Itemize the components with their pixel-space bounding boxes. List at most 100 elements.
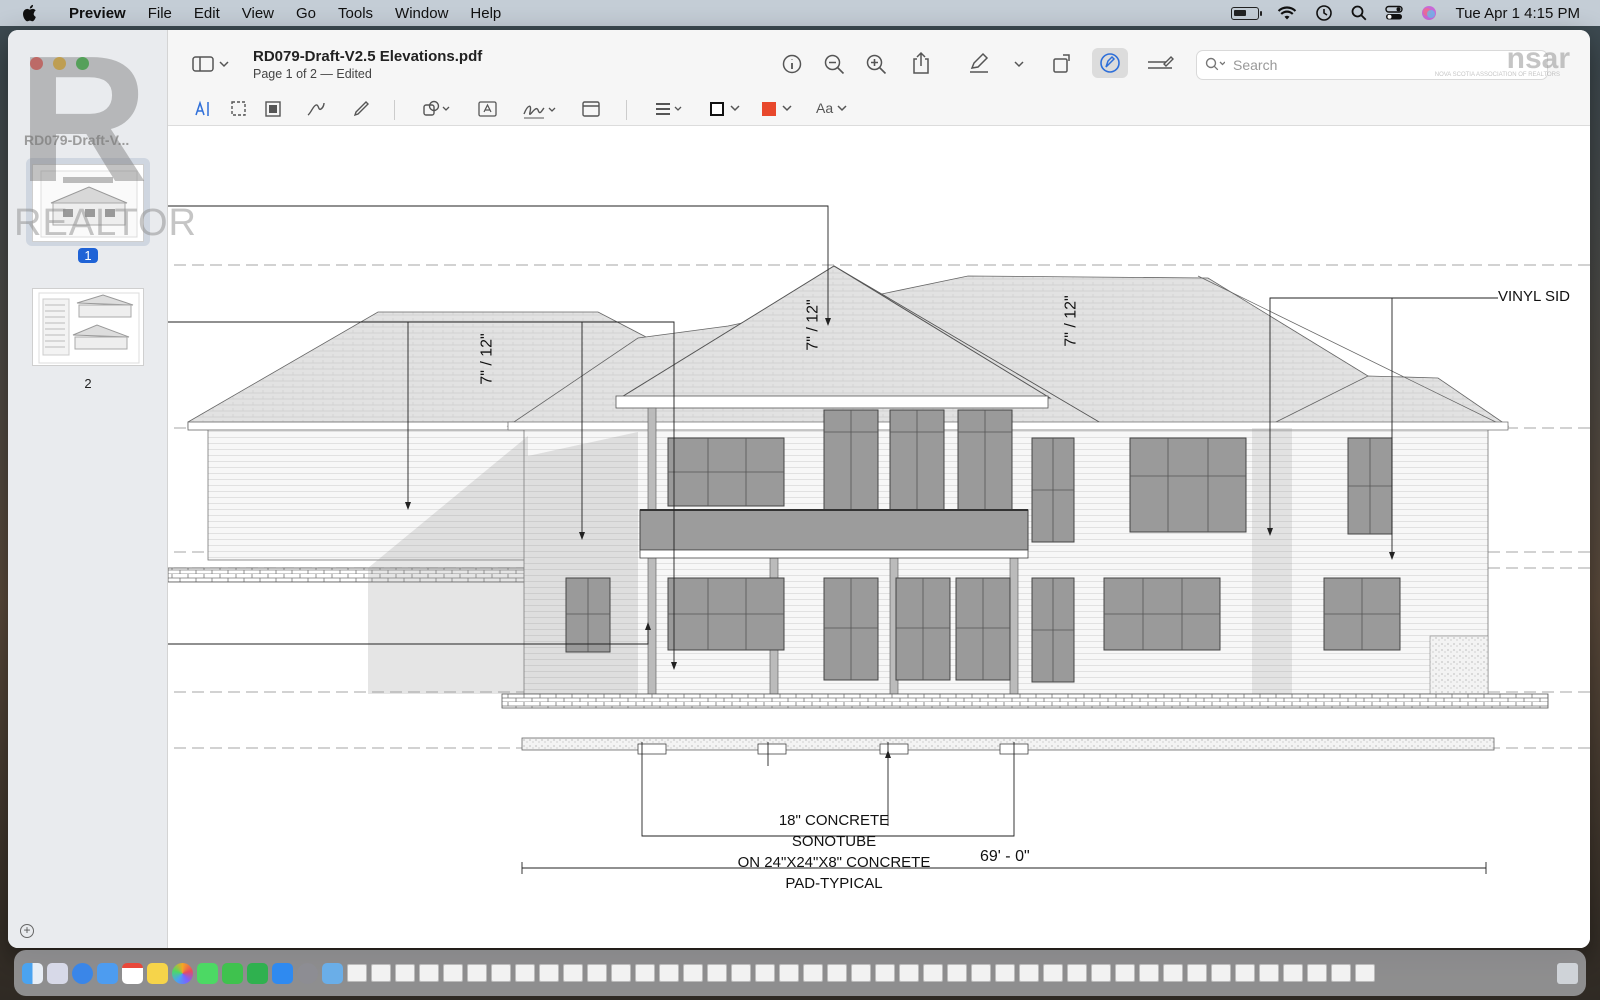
photos-icon[interactable] xyxy=(172,962,193,984)
launchpad-icon[interactable] xyxy=(47,962,68,984)
menu-tools[interactable]: Tools xyxy=(327,5,384,22)
markup-toolbar-button[interactable] xyxy=(1092,48,1128,78)
document-icon[interactable] xyxy=(1259,964,1279,982)
document-icon[interactable] xyxy=(1163,964,1183,982)
control-center-icon[interactable] xyxy=(1385,5,1404,21)
document-icon[interactable] xyxy=(1043,964,1063,982)
document-icon[interactable] xyxy=(1091,964,1111,982)
app-store-icon[interactable] xyxy=(272,962,293,984)
document-icon[interactable] xyxy=(947,964,967,982)
notes-icon[interactable] xyxy=(147,962,168,984)
add-page-button[interactable]: + xyxy=(20,924,34,938)
spotlight-search-icon[interactable] xyxy=(1351,5,1367,21)
time-machine-icon[interactable] xyxy=(1315,4,1333,22)
document-icon[interactable] xyxy=(587,964,607,982)
menu-help[interactable]: Help xyxy=(459,5,512,22)
numbers-icon[interactable] xyxy=(247,962,268,984)
share-icon[interactable] xyxy=(912,51,930,75)
chevron-down-icon[interactable] xyxy=(1014,60,1024,68)
document-icon[interactable] xyxy=(971,964,991,982)
document-icon[interactable] xyxy=(491,964,511,982)
facetime-icon[interactable] xyxy=(222,962,243,984)
document-icon[interactable] xyxy=(419,964,439,982)
document-icon[interactable] xyxy=(635,964,655,982)
document-icon[interactable] xyxy=(467,964,487,982)
document-icon[interactable] xyxy=(731,964,751,982)
menu-app-name[interactable]: Preview xyxy=(58,5,137,22)
rotate-icon[interactable] xyxy=(1052,52,1074,74)
document-icon[interactable] xyxy=(1235,964,1255,982)
menu-window[interactable]: Window xyxy=(384,5,459,22)
document-icon[interactable] xyxy=(803,964,823,982)
form-fill-icon[interactable] xyxy=(1146,54,1174,72)
text-box-icon[interactable] xyxy=(478,101,498,117)
finder-icon[interactable] xyxy=(22,962,43,984)
document-icon[interactable] xyxy=(1139,964,1159,982)
document-icon[interactable] xyxy=(755,964,775,982)
document-icon[interactable] xyxy=(1307,964,1327,982)
sketch-icon[interactable] xyxy=(306,100,326,118)
page-thumbnail-2[interactable] xyxy=(32,288,144,366)
menu-view[interactable]: View xyxy=(231,5,285,22)
line-style-icon[interactable] xyxy=(654,100,686,118)
document-icon[interactable] xyxy=(443,964,463,982)
document-icon[interactable] xyxy=(347,964,367,982)
signature-icon[interactable] xyxy=(522,100,558,120)
text-selection-icon[interactable] xyxy=(194,100,212,118)
document-icon[interactable] xyxy=(1019,964,1039,982)
document-icon[interactable] xyxy=(683,964,703,982)
wifi-icon[interactable] xyxy=(1277,5,1297,21)
document-icon[interactable] xyxy=(515,964,535,982)
document-icon[interactable] xyxy=(707,964,727,982)
trash-icon[interactable] xyxy=(1557,962,1578,984)
document-icon[interactable] xyxy=(827,964,847,982)
menu-go[interactable]: Go xyxy=(285,5,327,22)
document-icon[interactable] xyxy=(1331,964,1351,982)
sidebar-toggle-icon[interactable] xyxy=(192,56,230,72)
document-icon[interactable] xyxy=(923,964,943,982)
calendar-icon[interactable] xyxy=(122,962,143,984)
settings-icon[interactable] xyxy=(297,962,318,984)
draw-icon[interactable] xyxy=(352,100,372,118)
chevron-down-icon[interactable] xyxy=(782,104,792,112)
document-icon[interactable] xyxy=(995,964,1015,982)
document-icon[interactable] xyxy=(1355,964,1375,982)
preview-icon[interactable] xyxy=(322,962,343,984)
menubar-clock[interactable]: Tue Apr 1 4:15 PM xyxy=(1455,5,1580,22)
document-icon[interactable] xyxy=(1187,964,1207,982)
rectangular-selection-icon[interactable] xyxy=(230,100,248,118)
document-icon[interactable] xyxy=(395,964,415,982)
safari-icon[interactable] xyxy=(72,962,93,984)
pdf-page-canvas[interactable]: 7" / 12" 7" / 12" 7" / 12" VINYL SID 18"… xyxy=(168,126,1590,948)
document-icon[interactable] xyxy=(899,964,919,982)
border-color-swatch[interactable] xyxy=(710,102,724,116)
document-icon[interactable] xyxy=(851,964,871,982)
mail-icon[interactable] xyxy=(97,962,118,984)
battery-icon[interactable] xyxy=(1231,6,1263,20)
document-icon[interactable] xyxy=(1115,964,1135,982)
zoom-in-icon[interactable] xyxy=(866,54,888,74)
document-icon[interactable] xyxy=(1283,964,1303,982)
document-icon[interactable] xyxy=(563,964,583,982)
menu-edit[interactable]: Edit xyxy=(183,5,231,22)
document-icon[interactable] xyxy=(1067,964,1087,982)
messages-icon[interactable] xyxy=(197,962,218,984)
instant-alpha-icon[interactable] xyxy=(264,100,282,118)
document-icon[interactable] xyxy=(779,964,799,982)
info-icon[interactable] xyxy=(782,54,802,74)
document-icon[interactable] xyxy=(1211,964,1231,982)
apple-menu-icon[interactable] xyxy=(0,4,58,22)
document-icon[interactable] xyxy=(611,964,631,982)
document-icon[interactable] xyxy=(539,964,559,982)
siri-icon[interactable] xyxy=(1421,5,1437,21)
zoom-out-icon[interactable] xyxy=(824,54,846,74)
fill-color-swatch[interactable] xyxy=(762,102,776,116)
document-icon[interactable] xyxy=(659,964,679,982)
highlight-pen-icon[interactable] xyxy=(968,52,990,74)
text-style-button[interactable]: Aa xyxy=(816,100,847,116)
shapes-icon[interactable] xyxy=(422,100,452,118)
page-layout-icon[interactable] xyxy=(582,101,600,117)
menu-file[interactable]: File xyxy=(137,5,183,22)
document-icon[interactable] xyxy=(875,964,895,982)
chevron-down-icon[interactable] xyxy=(730,104,740,112)
